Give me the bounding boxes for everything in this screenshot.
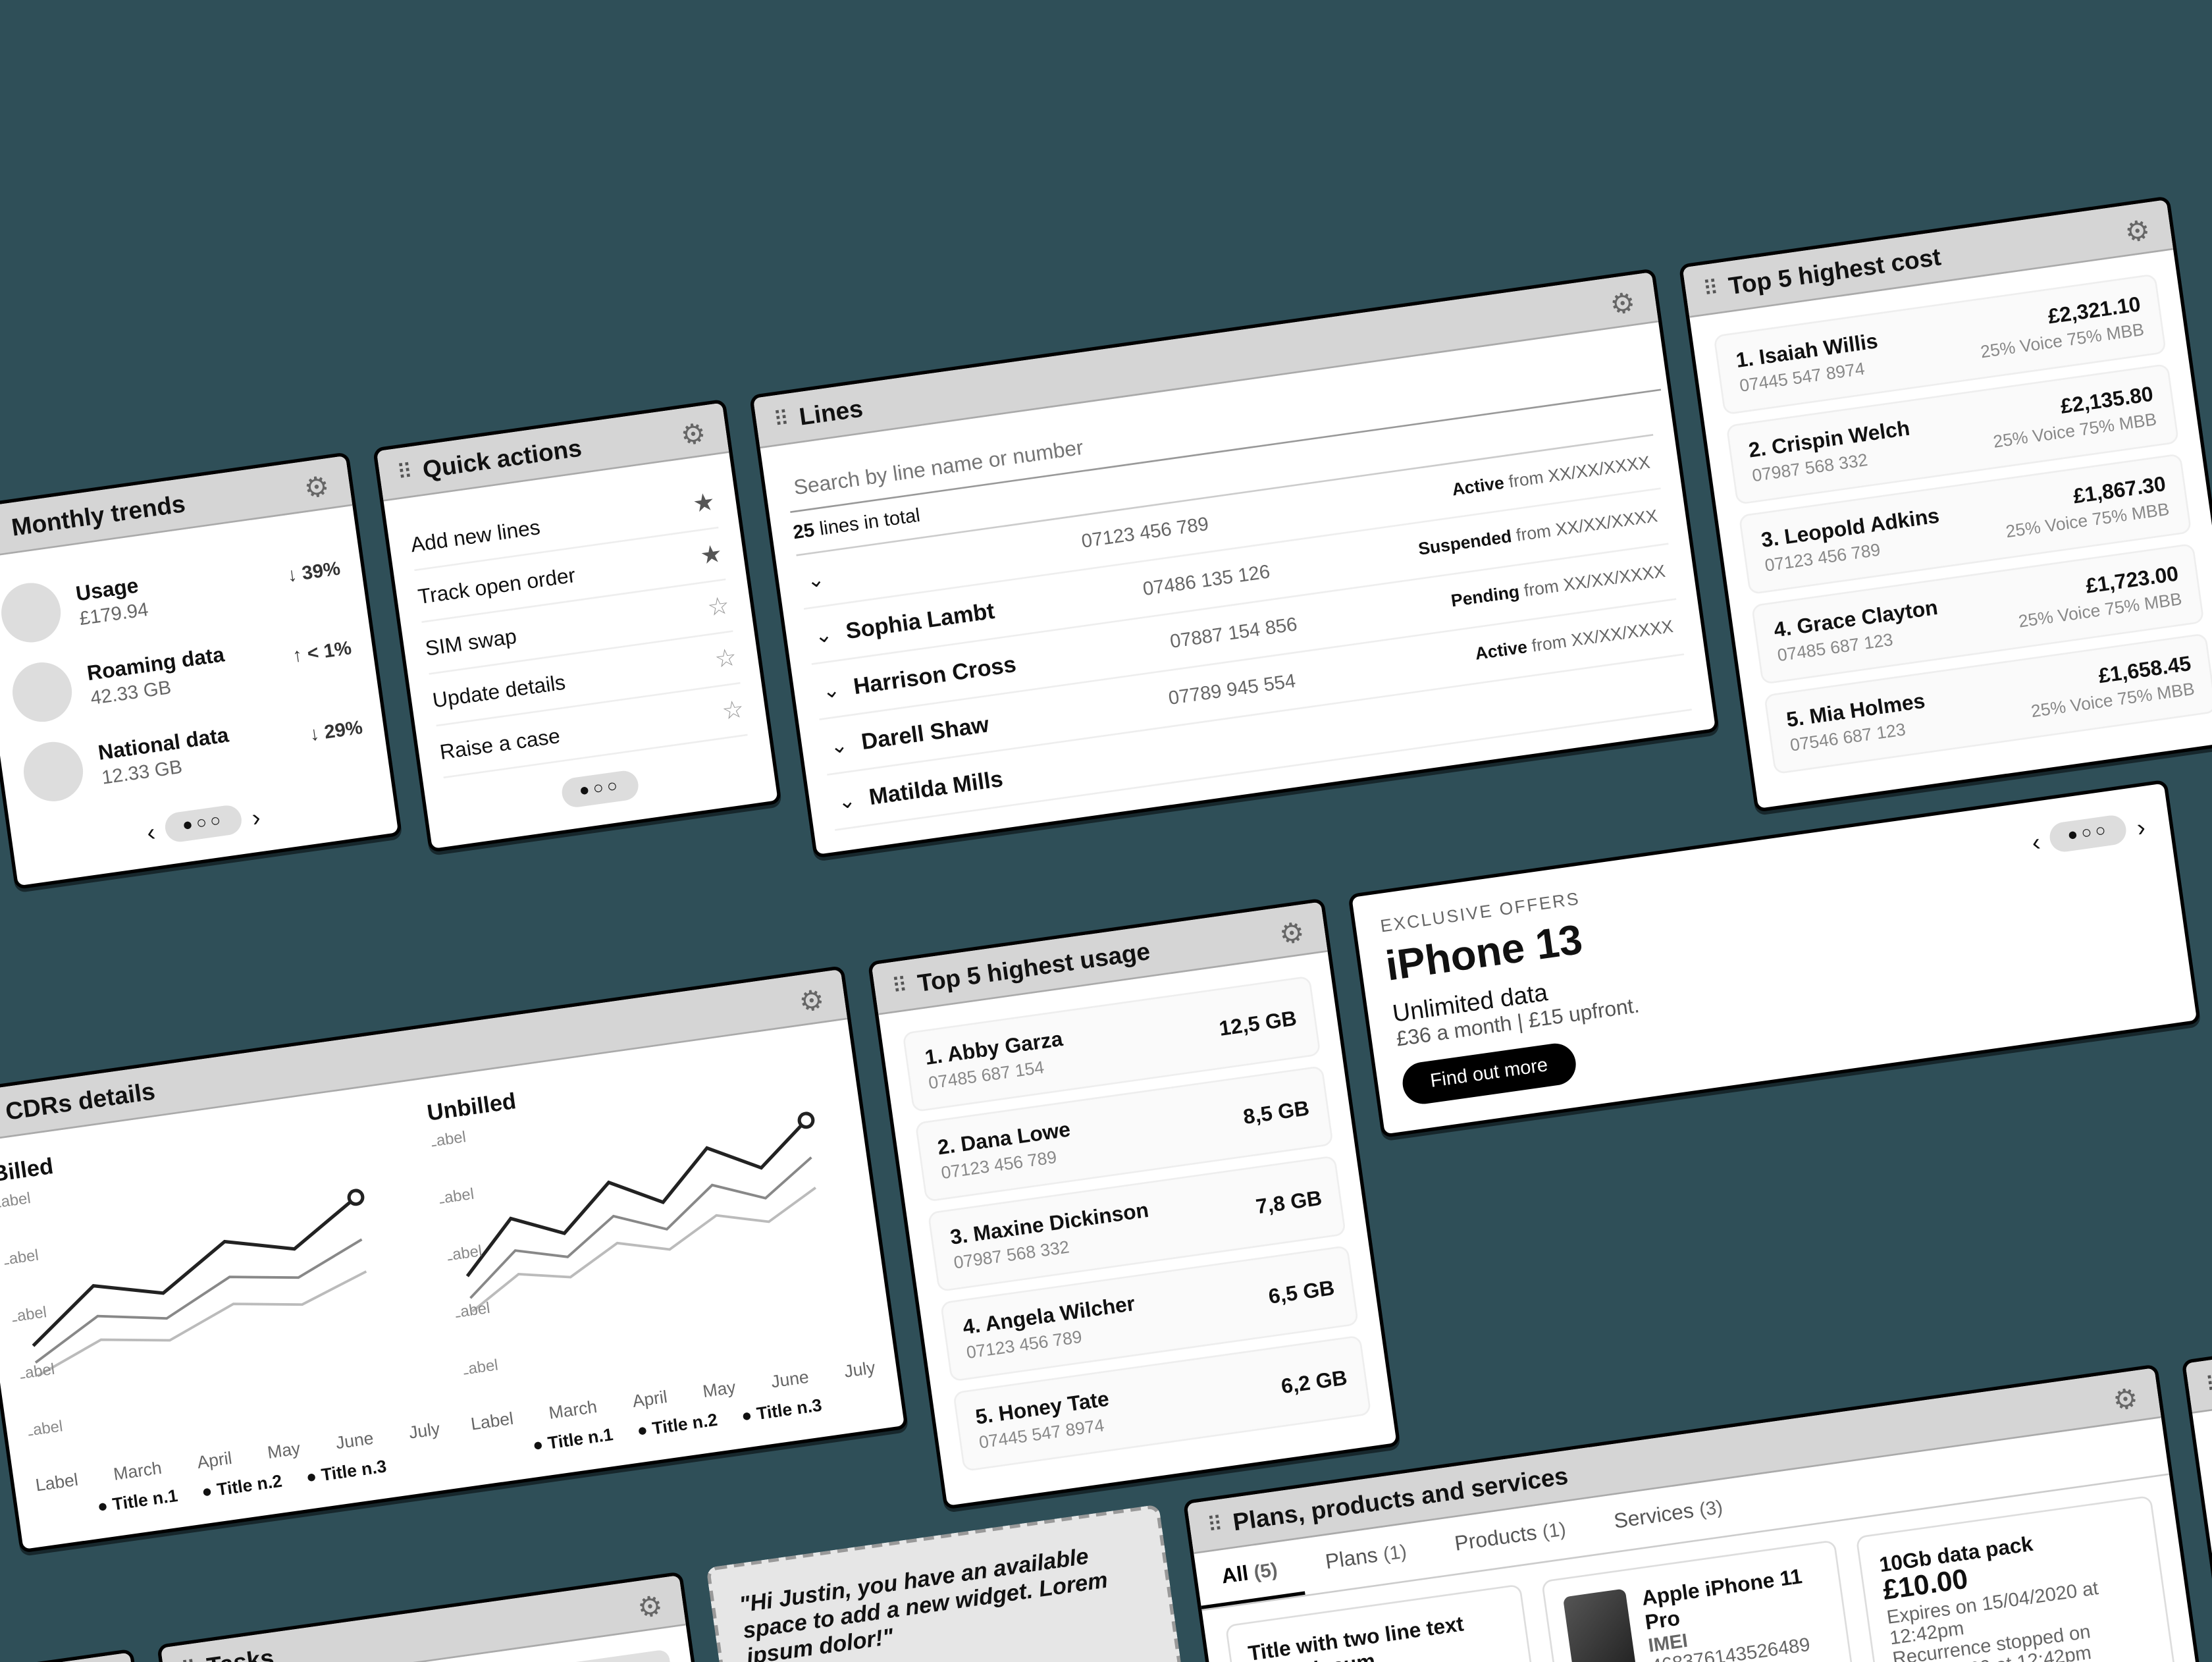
- drag-handle-icon[interactable]: ⠿: [1206, 1511, 1224, 1538]
- unbilled-chart: LabelLabelLabelLabelLabel: [430, 1076, 873, 1409]
- next-icon[interactable]: ›: [250, 802, 262, 831]
- star-icon[interactable]: ★: [698, 539, 724, 571]
- trend-avatar: [20, 738, 87, 805]
- widget-title: Quick actions: [421, 433, 583, 483]
- find-out-more-button[interactable]: Find out more: [1400, 1041, 1579, 1107]
- star-icon[interactable]: ☆: [706, 591, 731, 623]
- drag-handle-icon[interactable]: ⠿: [180, 1655, 198, 1662]
- chevron-down-icon[interactable]: ⌄: [821, 676, 842, 703]
- star-icon[interactable]: ☆: [713, 643, 739, 675]
- gear-icon[interactable]: ⚙: [635, 1588, 667, 1620]
- billed-chart: LabelLabelLabelLabelLabel: [0, 1137, 438, 1470]
- tasks-tab[interactable]: 5actions andsuggestions: [521, 1649, 683, 1662]
- drag-handle-icon[interactable]: ⠿: [891, 973, 909, 999]
- widget-title: CDRs details: [4, 1077, 157, 1125]
- chevron-down-icon[interactable]: ⌄: [813, 621, 834, 647]
- gear-icon[interactable]: ⚙: [1608, 285, 1639, 317]
- prev-icon[interactable]: ‹: [145, 817, 157, 845]
- star-icon[interactable]: ★: [691, 487, 717, 519]
- widget-title: Lines: [797, 394, 864, 430]
- service-card[interactable]: 10Gb data pack £10.00 Expires on 15/04/2…: [1856, 1495, 2189, 1662]
- trend-avatar: [9, 658, 76, 726]
- gear-icon[interactable]: ⚙: [1277, 915, 1309, 946]
- drag-handle-icon[interactable]: ⠿: [396, 459, 414, 485]
- widget-title: Tasks: [205, 1643, 275, 1662]
- drag-handle-icon[interactable]: ⠿: [772, 406, 791, 432]
- star-icon[interactable]: ☆: [720, 694, 746, 726]
- chevron-down-icon[interactable]: ⌄: [805, 566, 826, 593]
- chevron-down-icon[interactable]: ⌄: [836, 787, 857, 813]
- gear-icon[interactable]: ⚙: [797, 982, 829, 1014]
- drag-handle-icon[interactable]: ⠿: [2204, 1371, 2212, 1397]
- drag-handle-icon[interactable]: ⠿: [1702, 275, 1720, 302]
- gear-icon[interactable]: ⚙: [2122, 213, 2154, 244]
- drag-handle-icon[interactable]: ⠿: [0, 517, 3, 543]
- trend-avatar: [0, 579, 65, 647]
- gear-icon[interactable]: ⚙: [302, 468, 334, 500]
- phone-image: [1562, 1589, 1635, 1662]
- gear-icon[interactable]: ⚙: [2111, 1381, 2142, 1412]
- chevron-down-icon[interactable]: ⌄: [828, 732, 849, 758]
- gear-icon[interactable]: ⚙: [679, 416, 710, 447]
- product-card[interactable]: Apple iPhone 11 ProIMEI 468376143526489: [1540, 1540, 1874, 1662]
